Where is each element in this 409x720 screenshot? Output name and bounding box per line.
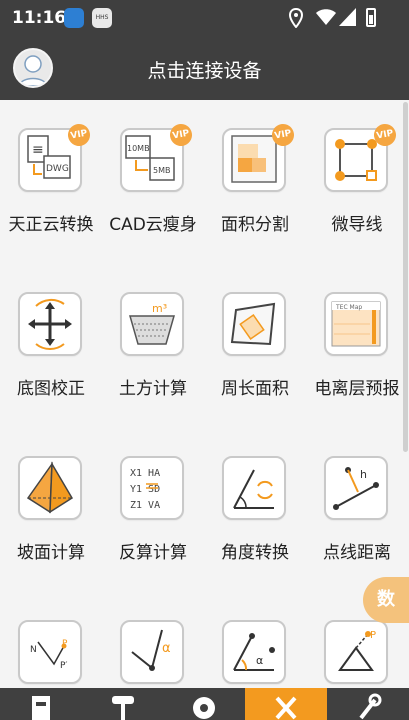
survey-icon xyxy=(31,696,50,720)
tool-slope-calc[interactable]: 坡面计算 xyxy=(0,428,102,588)
tool-ionosphere-forecast[interactable]: TEC Map 电离层预报 xyxy=(306,264,408,424)
survey-tab[interactable] xyxy=(0,688,82,720)
alpha-text: α xyxy=(162,641,171,656)
dwg-text: DWG xyxy=(46,164,69,174)
scrollbar[interactable] xyxy=(403,102,408,452)
north-text: N xyxy=(30,645,37,655)
slope-pyramid-icon xyxy=(18,456,82,520)
triangle-point-icon: P xyxy=(324,620,388,684)
tool-micro-traverse[interactable]: VIP 微导线 xyxy=(306,100,408,260)
tool-point-angle[interactable]: α xyxy=(204,592,306,688)
point-p-prime-text: P′ xyxy=(60,661,67,671)
tool-label: 周长面积 xyxy=(221,379,289,399)
tool-perimeter-area[interactable]: 周长面积 xyxy=(204,264,306,424)
cad-slim-icon: 10MB 5MB VIP xyxy=(120,122,194,192)
status-bar: 11:16 HHS xyxy=(0,0,409,38)
tools-tab[interactable] xyxy=(245,688,328,720)
point-angle-icon: α xyxy=(222,620,286,684)
signal-icon xyxy=(339,8,356,26)
tool-label: 反算计算 xyxy=(119,543,187,563)
tool-label: 坡面计算 xyxy=(17,543,85,563)
location-icon xyxy=(289,8,303,28)
tool-cad-slim[interactable]: 10MB 5MB VIP CAD云瘦身 xyxy=(102,100,204,260)
ionosphere-map-icon: TEC Map xyxy=(324,292,388,356)
tool-alpha-angle[interactable]: α xyxy=(102,592,204,688)
notification-app-icon xyxy=(64,8,84,28)
alpha-text: α xyxy=(256,654,263,667)
inverse-line-1: X1 HA xyxy=(130,468,160,479)
tec-map-text: TEC Map xyxy=(335,304,362,311)
battery-icon xyxy=(366,8,376,27)
tool-label: 底图校正 xyxy=(17,379,85,399)
tool-label: CAD云瘦身 xyxy=(109,215,197,235)
gear-icon xyxy=(193,697,216,719)
tool-area-split[interactable]: VIP 面积分割 xyxy=(204,100,306,260)
tool-point-projection[interactable]: N P P′ xyxy=(0,592,102,688)
service-tools-icon xyxy=(359,693,382,720)
tool-earthwork[interactable]: m³ 土方计算 xyxy=(102,264,204,424)
point-p-text: P xyxy=(370,630,376,641)
inverse-calc-icon: X1 HA Y1 SD Z1 VA xyxy=(120,456,184,520)
tool-basemap-correct[interactable]: 底图校正 xyxy=(0,264,102,424)
point-projection-icon: N P P′ xyxy=(18,620,82,684)
connect-device-title[interactable]: 点击连接设备 xyxy=(0,56,409,83)
tool-label: 天正云转换 xyxy=(8,215,94,235)
status-time: 11:16 xyxy=(12,8,67,28)
angle-convert-icon xyxy=(222,456,286,520)
notification-hhs-icon: HHS xyxy=(92,8,112,28)
tool-angle-convert[interactable]: 角度转换 xyxy=(204,428,306,588)
dwg-convert-icon: ≡ DWG VIP xyxy=(18,122,92,192)
tool-label: 面积分割 xyxy=(221,215,289,235)
device-tab[interactable] xyxy=(82,688,164,720)
settings-tab[interactable] xyxy=(164,688,246,720)
service-tab[interactable] xyxy=(327,688,409,720)
perimeter-area-icon xyxy=(222,292,286,356)
distance-h-text: h xyxy=(360,468,367,481)
tool-label: 点线距离 xyxy=(323,543,391,563)
area-split-icon: VIP xyxy=(222,122,296,192)
size-after-text: 5MB xyxy=(153,166,170,175)
app-header: 点击连接设备 xyxy=(0,38,409,100)
tool-label: 电离层预报 xyxy=(314,379,400,399)
basemap-correct-icon xyxy=(18,292,82,356)
tool-label: 角度转换 xyxy=(221,543,289,563)
gnss-receiver-icon xyxy=(111,696,134,720)
wifi-icon xyxy=(316,9,336,25)
earthwork-icon: m³ xyxy=(120,292,184,356)
tool-label: 土方计算 xyxy=(119,379,187,399)
alpha-angle-icon: α xyxy=(120,620,184,684)
tool-inverse-calc[interactable]: X1 HA Y1 SD Z1 VA 反算计算 xyxy=(102,428,204,588)
wrench-screwdriver-icon xyxy=(275,696,297,720)
size-before-text: 10MB xyxy=(127,144,150,153)
svg-text:≡: ≡ xyxy=(32,142,44,158)
inverse-line-2: Y1 SD xyxy=(130,484,160,495)
bottom-nav xyxy=(0,688,409,720)
tool-point-line-distance[interactable]: h 点线距离 xyxy=(306,428,408,588)
inverse-line-3: Z1 VA xyxy=(130,500,160,511)
tool-label: 微导线 xyxy=(331,215,383,235)
point-line-distance-icon: h xyxy=(324,456,388,520)
tool-tz-cloud-convert[interactable]: ≡ DWG VIP 天正云转换 xyxy=(0,100,102,260)
floating-data-button[interactable]: 数 xyxy=(363,577,409,623)
micro-traverse-icon: VIP xyxy=(324,122,398,192)
volume-unit-text: m³ xyxy=(152,302,167,315)
tools-grid: ≡ DWG VIP 天正云转换 10MB 5MB VIP CAD云瘦身 VIP … xyxy=(0,100,409,688)
